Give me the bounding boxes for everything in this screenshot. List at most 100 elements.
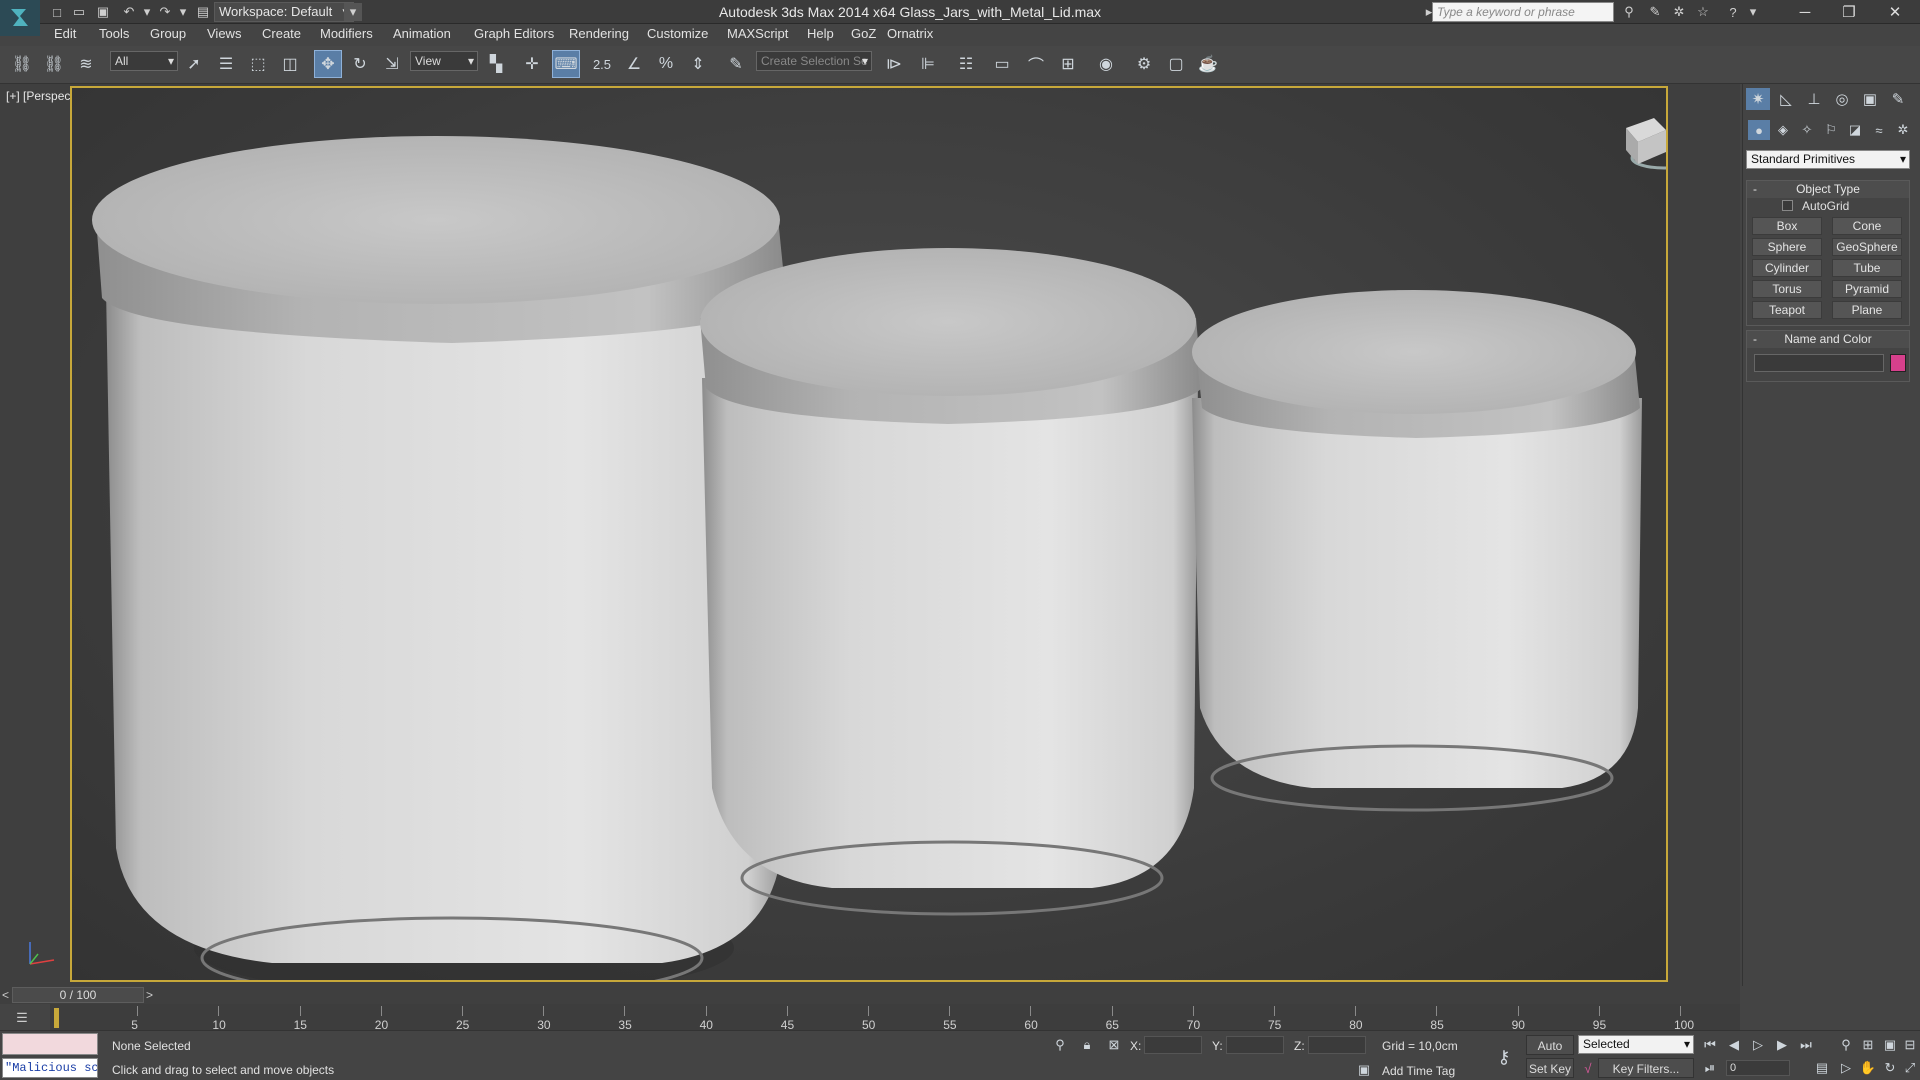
lights-icon[interactable]: ✧ xyxy=(1796,120,1818,140)
spinner-snap-icon[interactable]: ⇕ xyxy=(684,50,712,78)
rendered-frame-window-icon[interactable]: ▢ xyxy=(1162,50,1190,78)
geosphere-button[interactable]: GeoSphere xyxy=(1832,238,1902,256)
menu-maxscript[interactable]: MAXScript xyxy=(727,26,788,41)
name-and-color-header[interactable]: - Name and Color xyxy=(1747,331,1909,348)
x-coordinate-field[interactable] xyxy=(1144,1036,1202,1054)
unlink-selection-icon[interactable]: ⛓ xyxy=(40,50,68,78)
create-tab-icon[interactable]: ✷ xyxy=(1746,88,1770,110)
project-folder-icon[interactable]: ▤ xyxy=(194,3,212,21)
graphite-ribbon-icon[interactable]: ▭ xyxy=(988,50,1016,78)
perspective-viewport[interactable] xyxy=(70,86,1668,982)
help-dropdown-icon[interactable]: ▾ xyxy=(1744,3,1762,21)
material-editor-icon[interactable]: ◉ xyxy=(1092,50,1120,78)
minimize-button[interactable]: ─ xyxy=(1782,0,1828,24)
zoom-extents-all-icon[interactable]: ⊟ xyxy=(1900,1035,1920,1055)
select-and-rotate-icon[interactable]: ↻ xyxy=(346,50,374,78)
short-jar[interactable] xyxy=(1192,290,1642,812)
cylinder-button[interactable]: Cylinder xyxy=(1752,259,1822,277)
geometry-icon[interactable]: ● xyxy=(1748,120,1770,140)
zoom-icon[interactable]: ⚲ xyxy=(1836,1035,1856,1055)
menu-views[interactable]: Views xyxy=(207,26,241,41)
save-file-icon[interactable]: ▣ xyxy=(94,3,112,21)
previous-frame-icon[interactable]: ◀ xyxy=(1724,1035,1744,1055)
viewcube[interactable] xyxy=(1626,118,1666,170)
systems-icon[interactable]: ✲ xyxy=(1892,120,1914,140)
edit-named-selection-icon[interactable]: ✎ xyxy=(722,50,750,78)
mini-curve-editor-icon[interactable]: ☰ xyxy=(8,1008,36,1028)
zoom-all-icon[interactable]: ⊞ xyxy=(1858,1035,1878,1055)
keyboard-shortcut-override-icon[interactable]: ⌨ xyxy=(552,50,580,78)
next-frame-icon[interactable]: ▶ xyxy=(1772,1035,1792,1055)
named-selection-set-dropdown[interactable]: Create Selection Se ▾ xyxy=(756,51,872,71)
redo-icon[interactable]: ↷ xyxy=(156,3,174,21)
shapes-icon[interactable]: ◈ xyxy=(1772,120,1794,140)
pivot-center-icon[interactable]: ▚ xyxy=(482,50,510,78)
restore-button[interactable]: ❐ xyxy=(1826,0,1872,24)
select-object-icon[interactable]: ➚ xyxy=(180,50,208,78)
maxscript-listener-output[interactable]: "Malicious sc xyxy=(2,1058,98,1078)
space-warps-icon[interactable]: ≈ xyxy=(1868,120,1890,140)
menu-ornatrix[interactable]: Ornatrix xyxy=(887,26,933,41)
go-to-end-icon[interactable]: ⏭ xyxy=(1796,1035,1816,1055)
utilities-tab-icon[interactable]: ✎ xyxy=(1886,88,1910,110)
time-slider[interactable]: 0 / 100 xyxy=(12,987,144,1003)
favorites-star-icon[interactable]: ☆ xyxy=(1694,3,1712,21)
auto-key-button[interactable]: Auto Key xyxy=(1526,1035,1574,1073)
maxscript-listener-input[interactable] xyxy=(2,1033,98,1055)
new-file-icon[interactable]: □ xyxy=(48,3,66,21)
menu-goz[interactable]: GoZ xyxy=(851,26,876,41)
render-production-icon[interactable]: ☕ xyxy=(1194,50,1222,78)
plane-button[interactable]: Plane xyxy=(1832,301,1902,319)
select-manipulate-icon[interactable]: ✛ xyxy=(518,50,546,78)
z-coordinate-field[interactable] xyxy=(1308,1036,1366,1054)
set-keys-key-icon[interactable]: ⚷ xyxy=(1490,1045,1518,1069)
tall-jar[interactable] xyxy=(92,136,786,980)
selection-lock-icon[interactable]: 🔒︎ xyxy=(1077,1035,1097,1055)
motion-tab-icon[interactable]: ◎ xyxy=(1830,88,1854,110)
play-icon[interactable]: ▷ xyxy=(1748,1035,1768,1055)
select-and-link-icon[interactable]: ⛓ xyxy=(8,50,36,78)
isolate-selection-icon[interactable]: ⚲ xyxy=(1050,1035,1070,1055)
menu-animation[interactable]: Animation xyxy=(393,26,451,41)
key-mode-toggle-icon[interactable]: ⏯ xyxy=(1700,1058,1720,1078)
search-input[interactable]: Type a keyword or phrase xyxy=(1432,2,1614,22)
select-by-name-icon[interactable]: ☰ xyxy=(212,50,240,78)
hierarchy-tab-icon[interactable]: ⊥ xyxy=(1802,88,1826,110)
add-time-tag[interactable]: Add Time Tag xyxy=(1382,1064,1455,1078)
menu-tools[interactable]: Tools xyxy=(99,26,129,41)
box-button[interactable]: Box xyxy=(1752,217,1822,235)
default-tangent-icon[interactable]: √ xyxy=(1578,1058,1598,1078)
binoculars-icon[interactable]: ⚲ xyxy=(1620,3,1638,21)
rectangular-selection-icon[interactable]: ⬚ xyxy=(244,50,272,78)
menu-graph-editors[interactable]: Graph Editors xyxy=(474,26,554,41)
selection-filter-dropdown[interactable]: All ▾ xyxy=(110,51,178,71)
time-next-icon[interactable]: > xyxy=(146,988,153,1002)
time-marker[interactable] xyxy=(54,1008,59,1028)
torus-button[interactable]: Torus xyxy=(1752,280,1822,298)
pyramid-button[interactable]: Pyramid xyxy=(1832,280,1902,298)
autogrid-checkbox[interactable] xyxy=(1782,200,1793,211)
angle-snap-icon[interactable]: ∠ xyxy=(620,50,648,78)
time-tag-icon[interactable]: ▣ xyxy=(1354,1060,1374,1080)
subscription-icon[interactable]: ✎ xyxy=(1646,3,1664,21)
select-and-scale-icon[interactable]: ⇲ xyxy=(378,50,406,78)
menu-edit[interactable]: Edit xyxy=(54,26,76,41)
go-to-start-icon[interactable]: ⏮ xyxy=(1700,1035,1720,1055)
absolute-mode-icon[interactable]: ⊠ xyxy=(1104,1035,1124,1055)
app-menu-button[interactable] xyxy=(0,0,40,36)
communication-icon[interactable]: ✲ xyxy=(1670,3,1688,21)
select-and-move-icon[interactable]: ✥ xyxy=(314,50,342,78)
window-crossing-icon[interactable]: ◫ xyxy=(276,50,304,78)
cameras-icon[interactable]: ⚐ xyxy=(1820,120,1842,140)
undo-icon[interactable]: ↶ xyxy=(120,3,138,21)
key-mode-dropdown[interactable]: Selected ▾ xyxy=(1578,1035,1694,1054)
quick-access-dropdown-icon[interactable]: ▾ xyxy=(344,3,362,21)
undo-dropdown-icon[interactable]: ▾ xyxy=(138,3,156,21)
help-icon[interactable]: ? xyxy=(1724,3,1742,21)
menu-create[interactable]: Create xyxy=(262,26,301,41)
workspace-dropdown[interactable]: Workspace: Default▾ xyxy=(214,2,354,22)
current-frame-field[interactable]: 0 xyxy=(1726,1060,1790,1076)
menu-customize[interactable]: Customize xyxy=(647,26,708,41)
bind-to-space-warp-icon[interactable]: ≋ xyxy=(72,50,100,78)
pan-view-icon[interactable]: ✋ xyxy=(1858,1058,1878,1078)
